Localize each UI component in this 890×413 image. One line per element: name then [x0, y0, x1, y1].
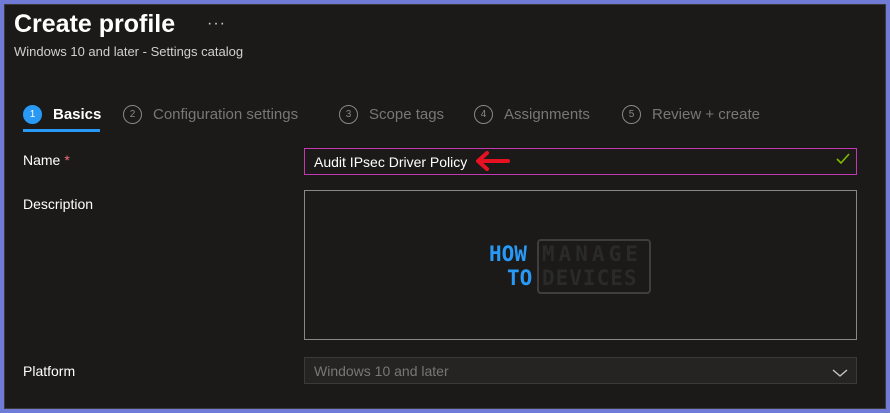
red-arrow-icon — [474, 150, 510, 177]
required-marker: * — [64, 152, 70, 168]
more-options-icon[interactable]: ··· — [207, 15, 226, 33]
step-number-5: 5 — [622, 104, 641, 124]
create-profile-panel: Create profile ··· Windows 10 and later … — [4, 4, 886, 409]
watermark-devices: DEVICES — [542, 266, 638, 290]
chevron-down-icon — [832, 365, 848, 383]
description-label: Description — [23, 196, 94, 212]
tab-configuration-settings[interactable]: 2 Configuration settings — [123, 102, 298, 126]
step-number-2: 2 — [123, 104, 142, 124]
platform-dropdown[interactable]: Windows 10 and later — [304, 357, 857, 384]
step-label-assignments: Assignments — [504, 105, 590, 123]
name-label: Name * — [23, 152, 70, 168]
step-label-review-create: Review + create — [652, 105, 760, 123]
tab-review-create[interactable]: 5 Review + create — [622, 102, 760, 126]
step-label-configuration-settings: Configuration settings — [153, 105, 299, 123]
howtomanagedevices-watermark-logo: HOW TO MANAGE DEVICES — [489, 237, 655, 297]
page-title: Create profile — [14, 10, 176, 38]
step-number-3: 3 — [339, 104, 358, 124]
name-label-text: Name — [23, 152, 61, 168]
tab-basics[interactable]: 1 Basics — [23, 102, 101, 126]
name-field-value: Audit IPsec Driver Policy — [314, 153, 468, 170]
watermark-manage: MANAGE — [542, 242, 642, 266]
step-label-scope-tags: Scope tags — [369, 105, 445, 123]
name-field[interactable]: Audit IPsec Driver Policy — [304, 148, 857, 175]
tab-scope-tags[interactable]: 3 Scope tags — [339, 102, 444, 126]
page-subtitle: Windows 10 and later - Settings catalog — [14, 44, 244, 59]
active-step-indicator — [23, 129, 100, 132]
watermark-to: TO — [507, 266, 533, 290]
step-number-4: 4 — [474, 104, 493, 124]
platform-label: Platform — [23, 363, 76, 379]
watermark-how: HOW — [489, 242, 527, 266]
check-icon — [836, 152, 850, 169]
platform-value: Windows 10 and later — [314, 362, 449, 379]
step-label-basics: Basics — [53, 105, 102, 123]
description-field[interactable]: HOW TO MANAGE DEVICES — [304, 190, 857, 340]
step-number-1: 1 — [23, 104, 42, 124]
tab-assignments[interactable]: 4 Assignments — [474, 102, 590, 126]
